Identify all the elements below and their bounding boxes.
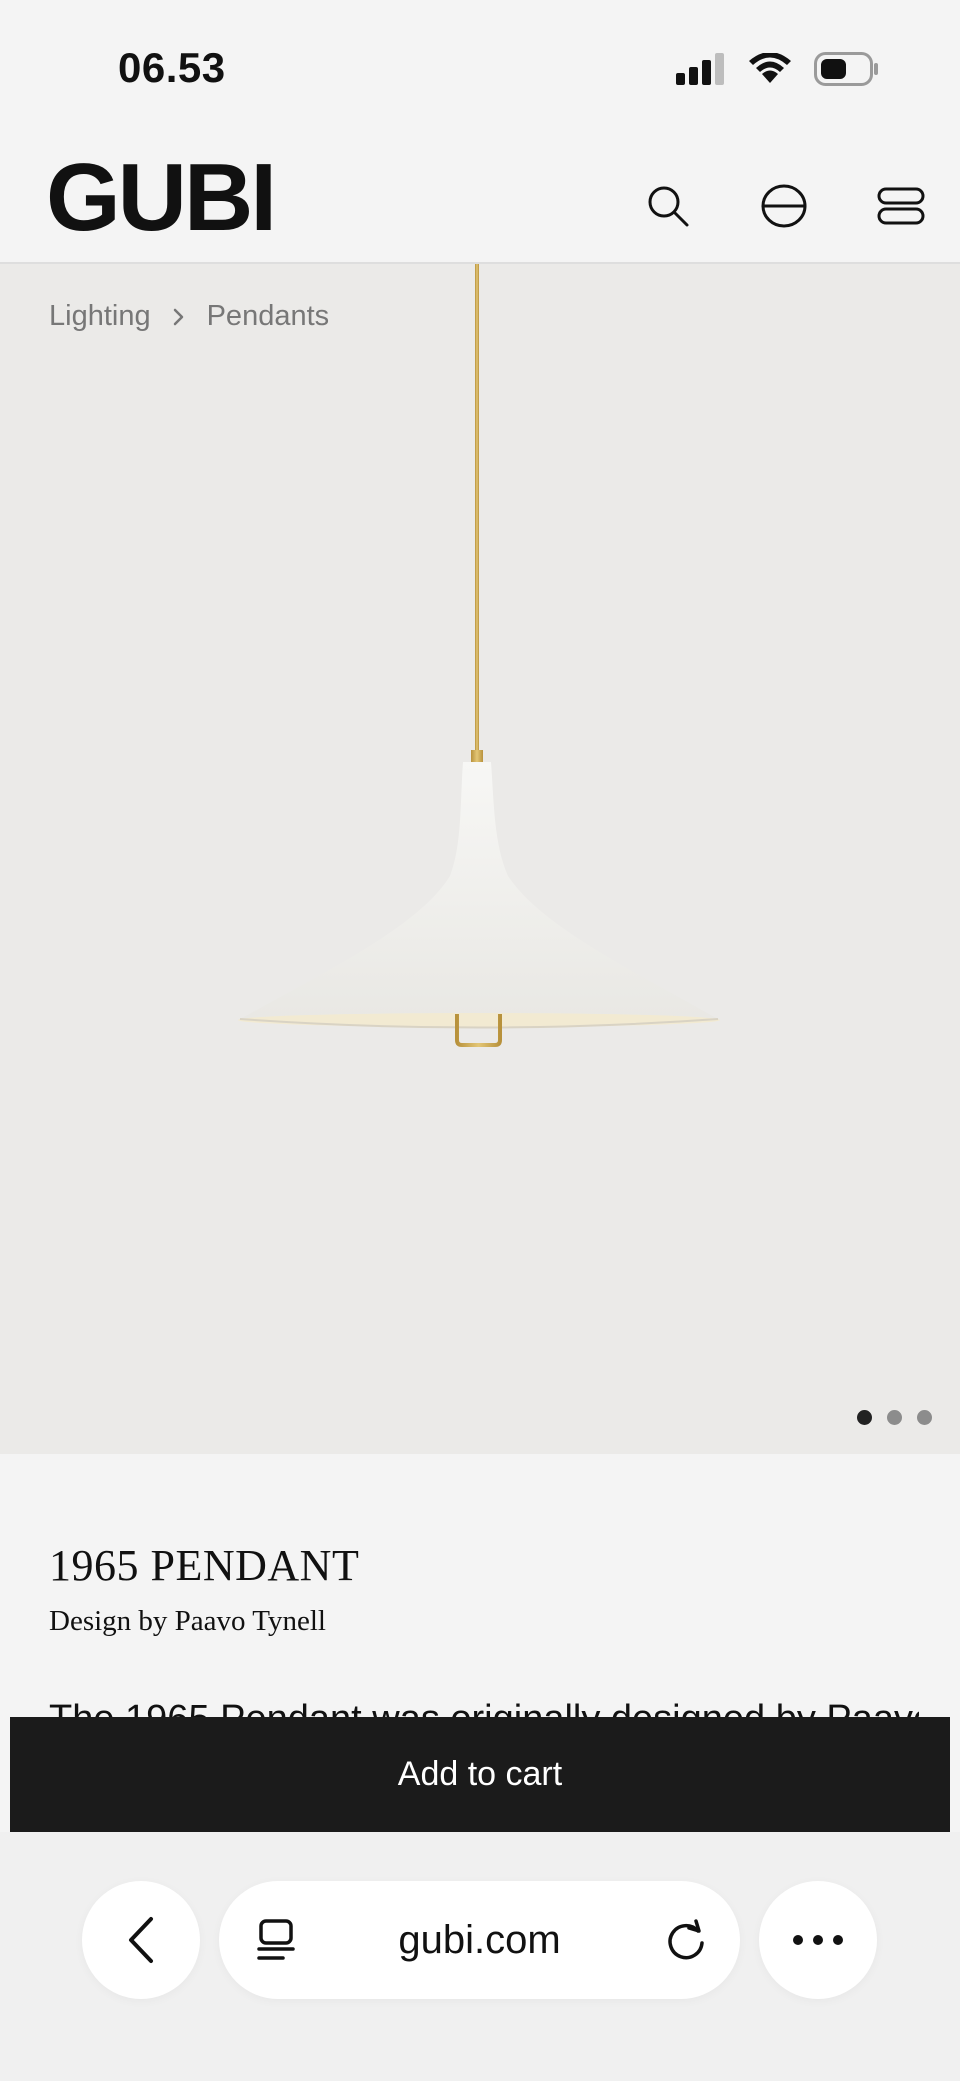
search-icon [648,186,689,227]
basket-icon [761,184,807,228]
pagination-dot-3[interactable] [917,1410,932,1425]
product-title: 1965 PENDANT [49,1541,360,1590]
breadcrumb: Lighting Pendants [49,300,329,333]
more-icon [793,1935,843,1945]
address-bar[interactable]: gubi.com [219,1881,740,1999]
browser-more-button[interactable] [759,1881,877,1999]
wifi-icon [749,53,791,83]
browser-toolbar: gubi.com [0,1832,960,2081]
status-icons [676,52,880,86]
back-icon [129,1917,153,1963]
product-description: The 1965 Pendant was originally designed… [49,1690,919,1718]
product-gallery[interactable]: Lighting Pendants [0,264,960,1454]
url-text[interactable]: gubi.com [398,1918,560,1963]
chevron-right-icon [173,308,183,325]
product-designer: Design by Paavo Tynell [49,1605,326,1637]
reload-icon[interactable] [664,1917,708,1963]
status-bar: 06.53 [0,0,960,140]
status-time: 06.53 [118,44,226,91]
menu-icon [877,187,925,225]
gallery-pagination [857,1410,932,1425]
basket-button[interactable] [758,180,810,232]
add-to-cart-button[interactable]: Add to cart [10,1717,950,1832]
menu-button[interactable] [875,180,927,232]
search-button[interactable] [642,180,694,232]
product-image [238,264,720,1047]
site-header: GUBI [0,140,960,264]
tabs-icon[interactable] [257,1919,299,1963]
battery-icon [814,52,878,86]
gubi-logo[interactable]: GUBI [46,150,277,246]
pagination-dot-1[interactable] [857,1410,872,1425]
pagination-dot-2[interactable] [887,1410,902,1425]
cellular-signal-icon [676,53,724,85]
product-description-text: The 1965 Pendant was originally designed… [49,1693,919,1718]
breadcrumb-item-pendants[interactable]: Pendants [207,300,330,333]
browser-back-button[interactable] [82,1881,200,1999]
breadcrumb-item-lighting[interactable]: Lighting [49,300,151,333]
